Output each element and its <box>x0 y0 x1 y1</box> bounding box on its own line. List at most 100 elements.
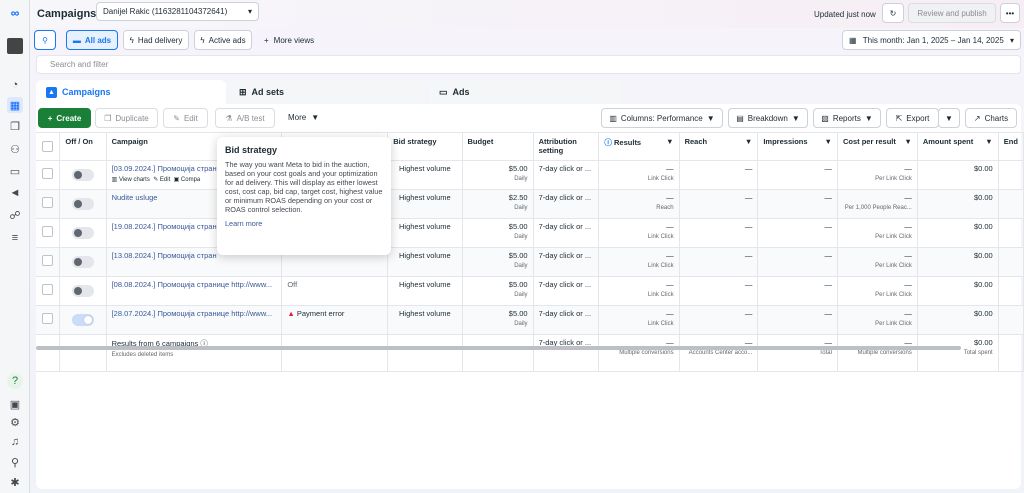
row-toggle-cell[interactable] <box>59 218 107 248</box>
row-toggle-cell[interactable] <box>59 160 107 190</box>
budget-cell[interactable]: $2.50 Daily <box>462 189 534 219</box>
campaign-name-link[interactable]: Nudite usluge <box>112 193 158 202</box>
tab-campaigns[interactable]: ▲ Campaigns <box>36 80 226 104</box>
budget-cell[interactable]: $5.00 Daily <box>462 276 534 306</box>
campaign-toggle[interactable] <box>71 256 94 268</box>
export-menu-button[interactable]: ▼ <box>938 108 960 128</box>
more-views-link[interactable]: + More views <box>264 36 314 45</box>
row-select-cell[interactable] <box>36 276 61 306</box>
all-ads-button[interactable]: ▬ All ads <box>66 30 118 50</box>
budget-cell[interactable]: $5.00 Daily <box>462 160 534 190</box>
more-options-button[interactable]: ••• <box>1000 3 1020 23</box>
had-delivery-button[interactable]: ϟ Had delivery <box>123 30 189 50</box>
columns-dropdown[interactable]: ▥ Columns: Performance ▼ <box>601 108 723 128</box>
table-row[interactable]: Nudite usluge Highest volume $2.50 Daily 7-d… <box>36 189 1024 219</box>
campaign-toggle[interactable] <box>71 314 94 326</box>
edit-button[interactable]: ✎ Edit <box>163 108 208 128</box>
tab-ad-sets[interactable]: ⊞ Ad sets <box>229 80 425 104</box>
ab-test-button[interactable]: ⚗ A/B test <box>215 108 275 128</box>
budget-cell[interactable]: $5.00 Daily <box>462 247 534 277</box>
tab-ads[interactable]: ▭ Ads <box>429 80 622 104</box>
review-publish-button[interactable]: Review and publish <box>908 3 996 23</box>
campaigns-grid-icon[interactable]: ▦ <box>7 97 23 113</box>
budget-cell[interactable]: $5.00 Daily <box>462 305 534 335</box>
header-attribution[interactable]: Attribution setting <box>533 132 600 161</box>
refresh-button[interactable]: ↻ <box>882 3 904 23</box>
view-charts-link[interactable]: View charts <box>119 177 150 183</box>
table-row[interactable]: [28.07.2024.] Промоција странице http://… <box>36 305 1024 335</box>
row-select-cell[interactable] <box>36 305 61 335</box>
billing-icon[interactable]: ▭ <box>7 163 23 179</box>
row-checkbox[interactable] <box>42 255 54 266</box>
row-toggle-cell[interactable] <box>59 276 107 306</box>
row-checkbox[interactable] <box>42 168 54 179</box>
table-row[interactable]: [13.08.2024.] Промоција стран Highest vol… <box>36 247 1024 277</box>
campaign-name-link[interactable]: [28.07.2024.] Промоција странице http://… <box>112 309 273 318</box>
row-checkbox[interactable] <box>42 284 54 295</box>
header-off-on[interactable]: Off / On <box>59 132 107 161</box>
budget-cell[interactable]: $5.00 Daily <box>462 218 534 248</box>
header-reach[interactable]: Reach ▼ <box>679 132 759 161</box>
campaign-name-cell[interactable]: [28.07.2024.] Промоција странице http://… <box>106 305 283 335</box>
row-toggle-cell[interactable] <box>59 189 107 219</box>
menu-icon[interactable]: ≡ <box>7 230 23 246</box>
row-edit-link[interactable]: Edit <box>160 177 170 183</box>
select-all-checkbox[interactable] <box>42 141 54 152</box>
reports-dropdown[interactable]: ▧ Reports ▼ <box>813 108 881 128</box>
header-cost-per-result[interactable]: Cost per result ▼ <box>837 132 918 161</box>
table-row[interactable]: [03.09.2024.] Промоција страниц ▥ View ch… <box>36 160 1024 190</box>
meta-logo-icon[interactable]: ∞ <box>7 5 23 21</box>
bug-icon[interactable]: ✱ <box>7 474 23 490</box>
charts-button[interactable]: ↗ Charts <box>965 108 1017 128</box>
row-checkbox[interactable] <box>42 226 54 237</box>
campaign-name-link[interactable]: [13.08.2024.] Промоција стран <box>112 251 217 260</box>
help-icon[interactable]: ? <box>7 373 23 389</box>
row-select-cell[interactable] <box>36 218 61 248</box>
row-toggle-cell[interactable] <box>59 305 107 335</box>
header-impressions[interactable]: Impressions ▼ <box>757 132 838 161</box>
pages-icon[interactable]: ❐ <box>7 118 23 134</box>
compare-link[interactable]: Compa <box>181 177 200 183</box>
row-select-cell[interactable] <box>36 160 61 190</box>
settings-icon[interactable]: ⚙ <box>7 414 23 430</box>
horizontal-scrollbar[interactable] <box>36 346 961 350</box>
gauge-icon[interactable]: ◔ <box>7 77 23 93</box>
header-ends[interactable]: End <box>998 132 1024 161</box>
campaign-toggle[interactable] <box>71 169 94 181</box>
audience-icon[interactable]: ⚇ <box>7 141 23 157</box>
learn-more-link[interactable]: Learn more <box>225 219 383 228</box>
date-range-picker[interactable]: ▦ This month: Jan 1, 2025 – Jan 14, 2025 ▾ <box>842 30 1021 50</box>
news-icon[interactable]: ▣ <box>7 396 23 412</box>
bell-icon[interactable]: ♫ <box>7 434 23 450</box>
account-selector[interactable]: Danijel Rakic (1163281104372641) ▾ <box>96 2 259 21</box>
campaign-name-link[interactable]: [08.08.2024.] Промоција странице http://… <box>112 280 273 289</box>
create-button[interactable]: + Create <box>38 108 91 128</box>
campaign-name-cell[interactable]: [08.08.2024.] Промоција странице http://… <box>106 276 283 306</box>
table-row[interactable]: [08.08.2024.] Промоција странице http://… <box>36 276 1024 306</box>
header-results[interactable]: ⓘ Results ▼ <box>598 132 680 161</box>
campaign-toggle[interactable] <box>71 227 94 239</box>
megaphone-icon[interactable]: ◄ <box>7 185 23 201</box>
avatar[interactable] <box>7 38 23 54</box>
breakdown-dropdown[interactable]: ▤ Breakdown ▼ <box>728 108 808 128</box>
table-row[interactable]: [19.08.2024.] Промоција стран Highest vol… <box>36 218 1024 248</box>
people-icon[interactable]: ☍ <box>7 207 23 223</box>
row-toggle-cell[interactable] <box>59 247 107 277</box>
export-button[interactable]: ⇱ Export <box>886 108 939 128</box>
row-select-cell[interactable] <box>36 247 61 277</box>
search-filter-input[interactable]: Search and filter <box>36 55 1021 74</box>
campaign-name-link[interactable]: [19.08.2024.] Промоција стран <box>112 222 217 231</box>
select-all-cell[interactable] <box>36 132 61 161</box>
row-checkbox[interactable] <box>42 313 54 324</box>
search-toggle-button[interactable]: ⚲ <box>34 30 56 50</box>
campaign-toggle[interactable] <box>71 198 94 210</box>
more-menu-button[interactable]: More ▼ <box>288 113 319 122</box>
search-icon[interactable]: ⚲ <box>7 454 23 470</box>
row-checkbox[interactable] <box>42 197 54 208</box>
active-ads-button[interactable]: ϟ Active ads <box>194 30 252 50</box>
campaign-name-link[interactable]: [03.09.2024.] Промоција страниц <box>112 164 226 173</box>
header-amount-spent[interactable]: Amount spent ▼ <box>917 132 999 161</box>
duplicate-button[interactable]: ❐ Duplicate <box>95 108 158 128</box>
campaign-toggle[interactable] <box>71 285 94 297</box>
header-bid-strategy[interactable]: Bid strategy <box>387 132 463 161</box>
